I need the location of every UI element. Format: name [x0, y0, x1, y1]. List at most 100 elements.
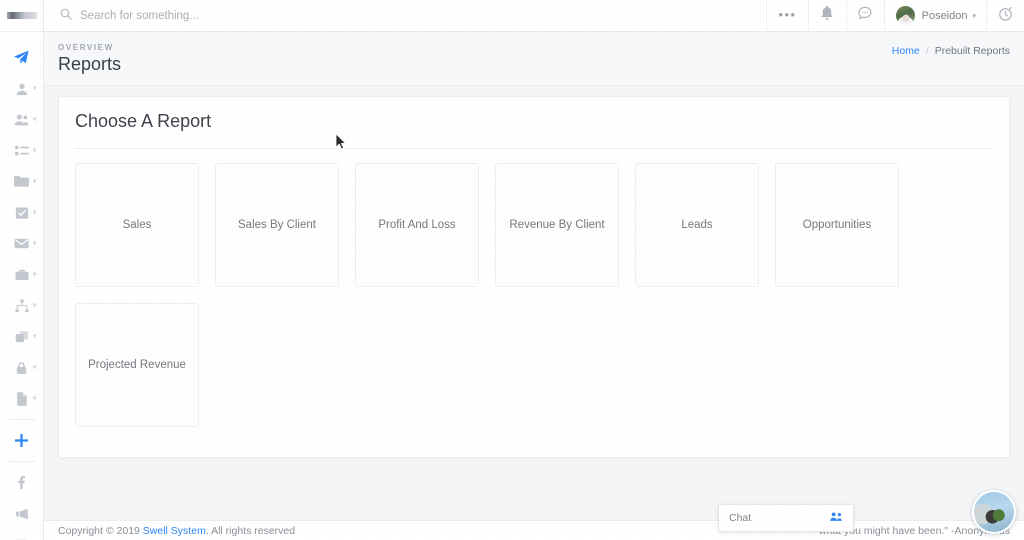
report-tile-label: Revenue By Client [509, 218, 605, 231]
page-title: Reports [58, 54, 122, 74]
breadcrumb-home-link[interactable]: Home [892, 45, 920, 57]
footer-copyright: Copyright © 2019 Swell System. All right… [58, 525, 295, 537]
report-tile[interactable]: Profit And Loss [355, 163, 479, 287]
report-tile[interactable]: Projected Revenue [75, 303, 199, 427]
chevron-down-icon: ▼ [31, 364, 38, 371]
briefcase-icon [15, 268, 29, 282]
sidebar-divider-bottom [7, 461, 36, 462]
top-bar-actions: ••• Poseidon ▾ [766, 0, 1024, 32]
sidebar-item-store[interactable] [0, 529, 43, 540]
users-icon [14, 112, 29, 127]
mouse-cursor [335, 133, 347, 156]
sidebar-item-folder[interactable]: ▼ [0, 166, 43, 197]
chevron-down-icon: ▼ [31, 302, 38, 309]
chevron-down-icon: ▾ [972, 12, 976, 20]
breadcrumb-separator: / [925, 45, 929, 57]
sidebar-item-mail[interactable]: ▼ [0, 228, 43, 259]
sidebar-item-briefcase[interactable]: ▼ [0, 259, 43, 290]
sidebar-item-add[interactable] [0, 425, 43, 456]
search-icon [60, 7, 72, 25]
sidebar-item-user[interactable]: ▼ [0, 73, 43, 104]
sidebar-item-list[interactable]: ▼ [0, 135, 43, 166]
report-tile-label: Sales By Client [238, 218, 316, 231]
paper-plane-icon [14, 50, 29, 65]
chevron-down-icon: ▼ [31, 209, 38, 216]
avatar [895, 6, 915, 25]
people-icon [830, 509, 843, 527]
megaphone-icon [15, 507, 29, 521]
file-icon [15, 391, 28, 406]
chevron-down-icon: ▼ [31, 116, 38, 123]
chevron-down-icon: ▼ [31, 240, 38, 247]
check-square-icon [15, 206, 29, 220]
chat-widget-label: Chat [729, 512, 752, 524]
report-tiles-grid: Sales Sales By Client Profit And Loss Re… [59, 149, 1009, 427]
user-icon [15, 82, 29, 96]
chevron-down-icon: ▼ [31, 147, 38, 154]
list-icon [14, 144, 29, 158]
sidebar-item-layers[interactable]: ▼ [0, 321, 43, 352]
sidebar-item-paper-plane[interactable] [0, 42, 43, 73]
breadcrumb-current: Prebuilt Reports [934, 45, 1010, 57]
chevron-down-icon: ▼ [31, 178, 38, 185]
report-tile-label: Leads [681, 218, 713, 231]
page-header: OVERVIEW Reports Home / Prebuilt Reports [44, 32, 1024, 86]
notifications-button[interactable] [807, 0, 846, 32]
sidebar-divider-top [7, 419, 36, 420]
app-root: ▼ ▼ ▼ ▼ ▼ ▼ ▼ ▼ ▼ ▼ ▼ Search for somethi… [0, 0, 1024, 540]
plus-icon [15, 434, 28, 447]
chevron-down-icon: ▼ [31, 395, 38, 402]
user-menu-button[interactable]: Poseidon ▾ [883, 0, 986, 32]
report-tile-label: Opportunities [802, 218, 872, 231]
page-eyebrow: OVERVIEW [58, 43, 114, 52]
search-input[interactable] [80, 9, 400, 22]
sidebar: ▼ ▼ ▼ ▼ ▼ ▼ ▼ ▼ ▼ ▼ ▼ [0, 0, 44, 540]
chat-widget[interactable]: Chat [718, 504, 854, 532]
sidebar-item-tasks[interactable]: ▼ [0, 197, 43, 228]
facebook-icon [15, 476, 28, 489]
chat-bubble-icon [858, 6, 872, 25]
envelope-icon [14, 236, 29, 251]
report-tile[interactable]: Sales [75, 163, 199, 287]
chevron-down-icon: ▼ [31, 271, 38, 278]
sitemap-icon [14, 299, 29, 313]
card-title: Choose A Report [75, 111, 212, 131]
bell-icon [820, 5, 834, 25]
report-tile[interactable]: Opportunities [775, 163, 899, 287]
report-tile[interactable]: Leads [635, 163, 759, 287]
folder-icon [14, 174, 29, 189]
footer: Copyright © 2019 Swell System. All right… [44, 520, 1024, 540]
support-agent-avatar[interactable] [972, 490, 1016, 534]
chevron-down-icon: ▼ [31, 333, 38, 340]
search-container[interactable] [44, 7, 766, 25]
footer-brand-link[interactable]: Swell System [143, 525, 206, 537]
choose-report-card: Choose A Report Sales Sales By Client Pr… [58, 96, 1010, 458]
sidebar-item-lock[interactable]: ▼ [0, 352, 43, 383]
sidebar-nav-list: ▼ ▼ ▼ ▼ ▼ ▼ ▼ ▼ ▼ ▼ ▼ [0, 32, 43, 540]
sidebar-logo[interactable] [0, 0, 43, 32]
user-name-label: Poseidon [921, 9, 968, 22]
main-content: Choose A Report Sales Sales By Client Pr… [44, 86, 1024, 540]
messages-button[interactable] [845, 0, 884, 32]
sidebar-item-users[interactable]: ▼ [0, 104, 43, 135]
footer-copyright-suffix: . All rights reserved [205, 524, 296, 537]
sidebar-item-facebook[interactable] [0, 467, 43, 498]
breadcrumb: Home / Prebuilt Reports [892, 45, 1010, 57]
footer-copyright-prefix: Copyright © 2019 [58, 524, 143, 537]
report-tile[interactable]: Revenue By Client [495, 163, 619, 287]
stopwatch-icon [998, 6, 1013, 26]
report-tile-label: Profit And Loss [378, 218, 456, 231]
sidebar-item-file[interactable]: ▼ [0, 383, 43, 414]
more-options-button[interactable]: ••• [766, 0, 807, 32]
sidebar-item-sitemap[interactable]: ▼ [0, 290, 43, 321]
report-tile-label: Projected Revenue [88, 358, 186, 371]
top-bar: ••• Poseidon ▾ [44, 0, 1024, 32]
chevron-down-icon: ▼ [31, 85, 38, 92]
layers-icon [15, 330, 29, 344]
report-tile[interactable]: Sales By Client [215, 163, 339, 287]
sidebar-item-announcements[interactable] [0, 498, 43, 529]
swell-system-logo [6, 12, 37, 19]
lock-icon [15, 361, 28, 375]
report-tile-label: Sales [122, 218, 152, 231]
timer-button[interactable] [986, 0, 1024, 32]
